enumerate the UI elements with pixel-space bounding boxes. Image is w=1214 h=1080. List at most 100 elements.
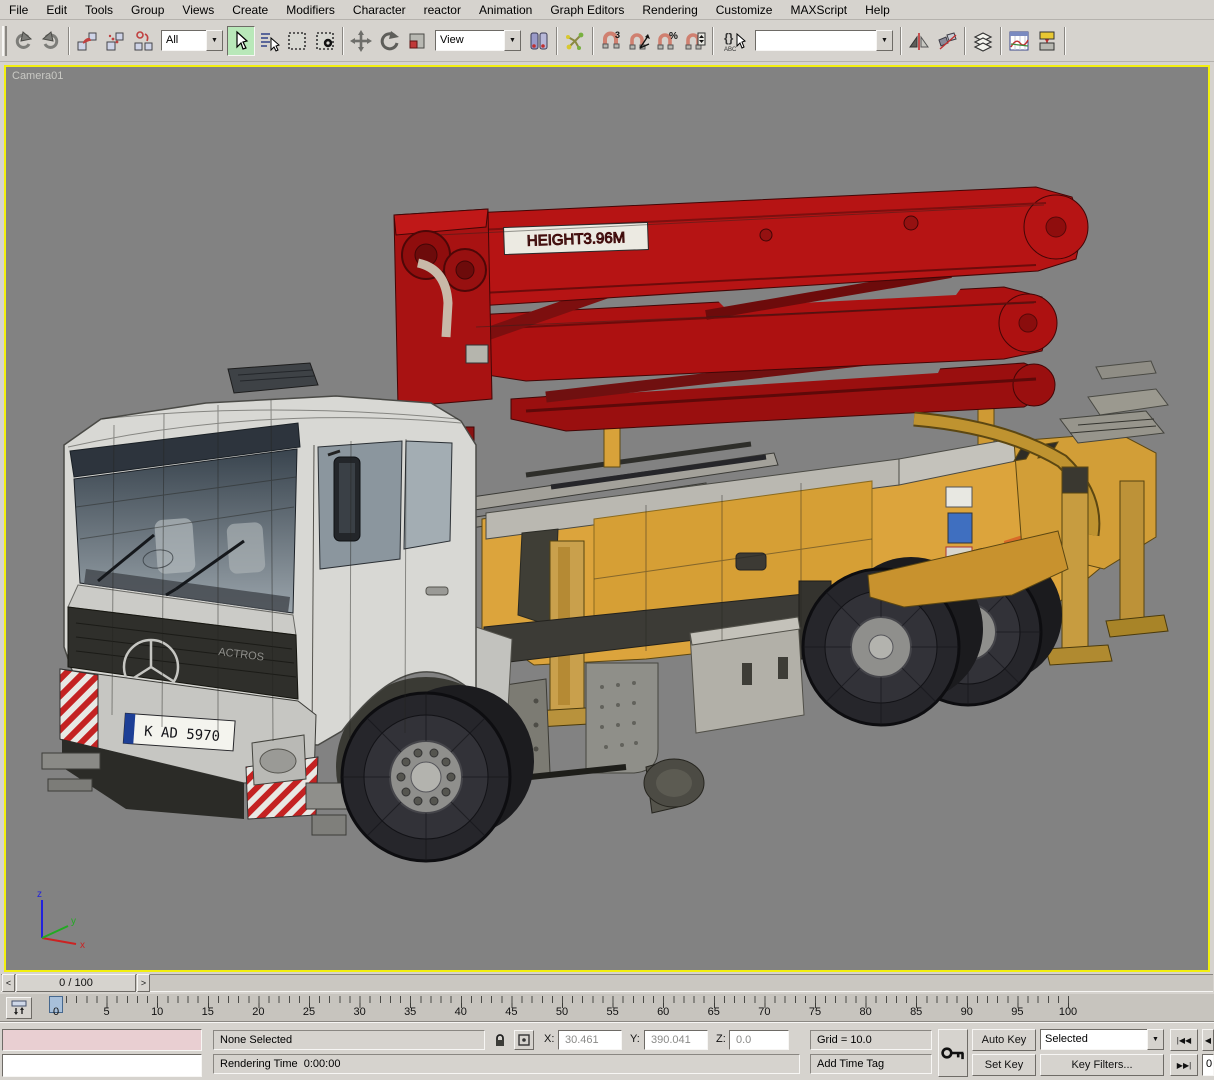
z-coord-label: Z: [716, 1033, 726, 1045]
time-slider-row: < 0 / 100 > [0, 972, 1214, 994]
menu-reactor[interactable]: reactor [415, 1, 470, 19]
macro-recorder-pane[interactable] [2, 1029, 202, 1051]
main-toolbar: All ▼ View ▼ 3 % {} ABC ▼ [0, 20, 1214, 62]
chevron-down-icon[interactable]: ▼ [504, 30, 521, 51]
select-and-move-icon[interactable] [347, 26, 375, 56]
x-coord-field[interactable]: 30.461 [558, 1030, 622, 1050]
toolbar-separator [900, 26, 902, 55]
camera-viewport[interactable]: Camera01 HEIGHT3.96M ACTROS K AD 5970 z … [4, 65, 1210, 972]
spinner-snap-icon[interactable] [681, 26, 709, 56]
named-selection-dropdown[interactable]: ▼ [755, 30, 893, 51]
menu-tools[interactable]: Tools [76, 1, 122, 19]
select-and-rotate-icon[interactable] [375, 26, 403, 56]
time-slider-track[interactable] [1, 974, 1213, 992]
absolute-offset-mode-icon[interactable] [514, 1030, 534, 1050]
curve-editor-icon[interactable] [1005, 26, 1033, 56]
menu-animation[interactable]: Animation [470, 1, 541, 19]
time-slider-next-button[interactable]: > [137, 974, 150, 992]
key-filters-button[interactable]: Key Filters... [1040, 1054, 1164, 1076]
window-crossing-toggle-icon[interactable] [311, 26, 339, 56]
boom-height-label: HEIGHT3.96M [527, 229, 626, 249]
reference-coordinate-dropdown[interactable]: View ▼ [435, 30, 521, 51]
chevron-down-icon[interactable]: ▼ [876, 30, 893, 51]
rectangular-selection-region-icon[interactable] [283, 26, 311, 56]
bind-to-space-warp-icon[interactable] [129, 26, 157, 56]
prompt-line: Rendering Time 0:00:00 [213, 1054, 800, 1074]
named-selection-value [755, 30, 876, 51]
toolbar-separator [556, 26, 558, 55]
chevron-down-icon[interactable]: ▼ [206, 30, 223, 51]
toolbar-separator [964, 26, 966, 55]
axis-z-label: z [37, 889, 42, 900]
chevron-down-icon[interactable]: ▼ [1147, 1029, 1164, 1050]
previous-frame-button[interactable]: ◀ [1202, 1029, 1214, 1051]
x-coord-label: X: [544, 1033, 555, 1045]
menu-rendering[interactable]: Rendering [633, 1, 706, 19]
menu-views[interactable]: Views [173, 1, 223, 19]
add-time-tag[interactable]: Add Time Tag [810, 1054, 932, 1074]
open-mini-curve-editor-icon[interactable] [6, 997, 32, 1019]
y-coord-field[interactable]: 390.041 [644, 1030, 708, 1050]
unlink-selection-icon[interactable] [101, 26, 129, 56]
angle-snap-icon[interactable] [625, 26, 653, 56]
go-to-end-button[interactable]: ▶▶| [1170, 1054, 1198, 1076]
y-coord-label: Y: [630, 1033, 640, 1045]
menu-help[interactable]: Help [856, 1, 899, 19]
time-slider-prev-button[interactable]: < [2, 974, 15, 992]
select-object-icon[interactable] [227, 25, 255, 56]
current-frame-field[interactable]: 0 [1202, 1054, 1214, 1076]
percent-snap-icon[interactable]: % [653, 26, 681, 56]
ruler-minor-ticks [56, 996, 1070, 1003]
selection-filter-value: All [161, 30, 206, 51]
script-listener-pane[interactable] [2, 1054, 202, 1077]
track-bar-ruler[interactable]: 0 5 10 15 20 25 30 35 40 45 50 55 60 65 70 75 80 85 90 95 10… [49, 994, 1080, 1022]
key-mode-value: Selected [1040, 1029, 1147, 1050]
toolbar-separator [1000, 26, 1002, 55]
time-slider-handle[interactable]: 0 / 100 [16, 974, 136, 992]
selection-filter-dropdown[interactable]: All ▼ [161, 30, 223, 51]
go-to-start-button[interactable]: |◀◀ [1170, 1029, 1198, 1051]
undo-icon[interactable] [9, 26, 37, 56]
menu-group[interactable]: Group [122, 1, 173, 19]
menu-edit[interactable]: Edit [37, 1, 76, 19]
selection-lock-icon[interactable] [492, 1032, 508, 1051]
snap-toggle-3d-icon[interactable]: 3 [597, 26, 625, 56]
track-bar: 0 5 10 15 20 25 30 35 40 45 50 55 60 65 70 75 80 85 90 95 10… [0, 994, 1214, 1022]
toolbar-separator [712, 26, 714, 55]
menu-graph-editors[interactable]: Graph Editors [541, 1, 633, 19]
truck-model[interactable]: HEIGHT3.96M ACTROS K AD 5970 [6, 67, 1208, 970]
auto-key-button[interactable]: Auto Key [972, 1029, 1036, 1051]
toolbar-separator [68, 26, 70, 55]
menu-maxscript[interactable]: MAXScript [781, 1, 856, 19]
menu-create[interactable]: Create [223, 1, 277, 19]
align-icon[interactable] [933, 26, 961, 56]
key-mode-dropdown[interactable]: Selected ▼ [1040, 1029, 1164, 1050]
select-and-link-icon[interactable] [73, 26, 101, 56]
layer-manager-icon[interactable] [969, 26, 997, 56]
redo-icon[interactable] [37, 26, 65, 56]
svg-text:%: % [669, 31, 678, 42]
toolbar-grip[interactable] [2, 25, 7, 56]
select-by-name-icon[interactable] [255, 26, 283, 56]
toolbar-separator [1064, 26, 1066, 55]
schematic-view-icon[interactable] [1033, 26, 1061, 56]
reference-coordinate-value: View [435, 30, 504, 51]
menu-modifiers[interactable]: Modifiers [277, 1, 344, 19]
select-and-manipulate-icon[interactable] [561, 26, 589, 56]
viewport-zone: Camera01 HEIGHT3.96M ACTROS K AD 5970 z … [0, 62, 1214, 972]
edit-named-selection-sets-icon[interactable]: {} ABC [717, 26, 751, 56]
menu-character[interactable]: Character [344, 1, 415, 19]
menu-file[interactable]: File [0, 1, 37, 19]
set-keys-button[interactable] [938, 1029, 968, 1077]
axis-y-label: y [71, 916, 76, 927]
svg-text:ABC: ABC [724, 47, 737, 52]
z-coord-field[interactable]: 0.0 [729, 1030, 789, 1050]
set-key-button[interactable]: Set Key [972, 1054, 1036, 1076]
world-axis-tripod: z x y [37, 889, 85, 951]
mirror-icon[interactable] [905, 26, 933, 56]
grid-setting: Grid = 10.0 [810, 1030, 932, 1050]
svg-text:3: 3 [615, 30, 620, 40]
use-pivot-point-center-icon[interactable] [525, 26, 553, 56]
select-and-scale-icon[interactable] [403, 26, 431, 56]
menu-customize[interactable]: Customize [707, 1, 782, 19]
